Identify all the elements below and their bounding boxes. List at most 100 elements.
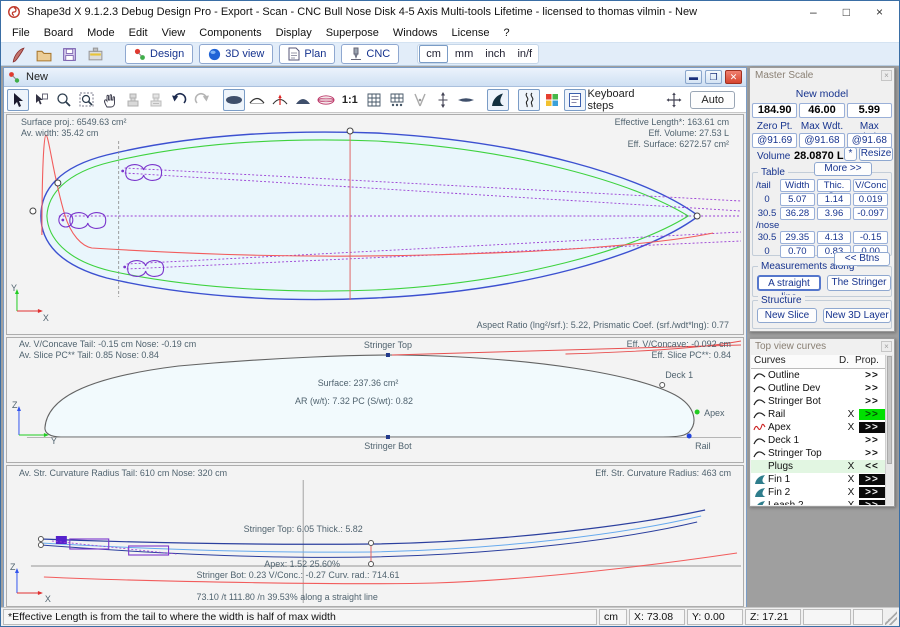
curve-row-fin1[interactable]: Fin 1 X >>	[751, 473, 885, 486]
control-point-1[interactable]	[55, 180, 61, 186]
board-profile-icon[interactable]	[455, 89, 477, 111]
select-cursor-icon[interactable]	[7, 89, 29, 111]
unit-mm[interactable]: mm	[449, 48, 479, 60]
curve-prop-button[interactable]: >>	[859, 474, 885, 485]
design-mode-button[interactable]: Design	[125, 44, 193, 64]
curvature-tool-icon[interactable]	[518, 89, 540, 111]
zoom-region-icon[interactable]	[76, 89, 98, 111]
cnc-button[interactable]: CNC	[341, 44, 399, 64]
menu-item-view[interactable]: View	[155, 25, 193, 41]
cell-width[interactable]: 0.70	[780, 245, 815, 258]
curve-display-flag[interactable]: X	[843, 487, 859, 498]
more-button[interactable]: More >>	[814, 162, 872, 176]
unit-cm[interactable]: cm	[419, 45, 448, 63]
curve-row-leash2[interactable]: Leash 2 X >>	[751, 499, 885, 505]
curve-display-flag[interactable]: X	[843, 461, 859, 472]
cell-width[interactable]: 29.35	[780, 231, 815, 244]
apex-view-icon[interactable]	[269, 89, 291, 111]
save-icon[interactable]	[59, 44, 79, 64]
scale-1-1-button[interactable]: 1:1	[338, 94, 362, 106]
close-button[interactable]: ×	[876, 5, 883, 19]
col-width-header[interactable]: Width	[780, 179, 815, 192]
doc-minimize-button[interactable]: ▬	[685, 70, 702, 84]
new-document-icon[interactable]	[7, 44, 27, 64]
cell-thic[interactable]: 3.96	[817, 207, 852, 220]
master-scale-close-icon[interactable]: ×	[881, 70, 892, 81]
max-thck-value[interactable]: @91.68	[847, 133, 892, 148]
rail-marker[interactable]	[687, 434, 692, 439]
the-stringer-button[interactable]: The Stringer	[827, 275, 891, 291]
straight-line-button[interactable]: A straight line	[757, 275, 821, 291]
zoom-icon[interactable]	[53, 89, 75, 111]
export-machine-icon[interactable]	[85, 44, 105, 64]
prop-column-header[interactable]: Prop.	[855, 355, 885, 368]
tail-control-2[interactable]	[38, 543, 43, 548]
curve-row-apex[interactable]: Apex X >>	[751, 421, 885, 434]
curve-prop-button[interactable]: >>	[859, 396, 885, 407]
menu-item-mode[interactable]: Mode	[80, 25, 122, 41]
stamp-copy-icon[interactable]	[122, 89, 144, 111]
curve-display-flag[interactable]: X	[843, 474, 859, 485]
open-folder-icon[interactable]	[33, 44, 53, 64]
control-point-nose[interactable]	[694, 213, 700, 219]
curves-column-header[interactable]: Curves	[751, 355, 839, 368]
grid-handles-icon[interactable]	[386, 89, 408, 111]
undo-icon[interactable]	[168, 89, 190, 111]
curves-scrollbar[interactable]	[885, 355, 893, 505]
curve-row-fin2[interactable]: Fin 2 X >>	[751, 486, 885, 499]
curve-prop-button[interactable]: >>	[859, 448, 885, 459]
thickness-value[interactable]: 5.99	[847, 103, 892, 118]
curve-prop-button[interactable]: >>	[859, 435, 885, 446]
width-value[interactable]: 46.00	[799, 103, 844, 118]
curve-prop-button[interactable]: >>	[859, 409, 885, 420]
profile-view-panel[interactable]: ZX Av. Str. Curvature Radius Tail: 610 c…	[6, 465, 744, 607]
curve-row-plugs[interactable]: Plugs X <<	[751, 460, 885, 473]
curve-prop-button[interactable]: >>	[859, 500, 885, 505]
curve-prop-button[interactable]: >>	[859, 422, 885, 433]
curve-prop-button[interactable]: >>	[859, 487, 885, 498]
wireframe-view-icon[interactable]	[315, 89, 337, 111]
new-3d-layer-button[interactable]: New 3D Layer	[823, 308, 891, 323]
fin-tool-icon[interactable]	[487, 89, 509, 111]
menu-item-edit[interactable]: Edit	[122, 25, 155, 41]
properties-panel-icon[interactable]	[564, 89, 586, 111]
outline-view-icon[interactable]	[223, 89, 245, 111]
curve-display-flag[interactable]: X	[843, 422, 859, 433]
slice-view-canvas[interactable]: ZY Av. V/Concave Tail: -0.15 cm Nose: -0…	[7, 338, 743, 462]
stringer-bot-marker[interactable]	[386, 435, 390, 439]
apex-marker[interactable]	[695, 410, 700, 415]
stringer-top-marker[interactable]	[386, 353, 390, 357]
3d-view-button[interactable]: 3D view	[199, 44, 273, 64]
slice-view-panel[interactable]: ZY Av. V/Concave Tail: -0.15 cm Nose: -0…	[6, 337, 744, 463]
menu-item-superpose[interactable]: Superpose	[319, 25, 386, 41]
menu-item-license[interactable]: License	[445, 25, 497, 41]
volume-star-button[interactable]: *	[844, 147, 857, 161]
curve-row-stringer-bot[interactable]: Stringer Bot >>	[751, 395, 885, 408]
menu-item-components[interactable]: Components	[192, 25, 268, 41]
curve-row-outline[interactable]: Outline >>	[751, 369, 885, 382]
maximize-button[interactable]: □	[843, 5, 850, 19]
zero-pt-value[interactable]: @91.69	[752, 133, 797, 148]
document-titlebar[interactable]: New ▬ ❐ ✕	[4, 68, 746, 87]
resize-grip[interactable]	[885, 609, 897, 625]
tail-control-1[interactable]	[38, 537, 43, 542]
control-point-center[interactable]	[347, 128, 353, 134]
menu-item-windows[interactable]: Windows	[386, 25, 445, 41]
plan-button[interactable]: Plan	[279, 44, 335, 64]
cell-thic[interactable]: 1.14	[817, 193, 852, 206]
scrollbar-thumb[interactable]	[887, 356, 892, 464]
redo-icon[interactable]	[191, 89, 213, 111]
minimize-button[interactable]: –	[810, 5, 817, 19]
curve-row-rail[interactable]: Rail X >>	[751, 408, 885, 421]
profile-view-canvas[interactable]: ZX Av. Str. Curvature Radius Tail: 610 c…	[7, 466, 743, 606]
curve-display-flag[interactable]: X	[843, 500, 859, 505]
curve-prop-button[interactable]: >>	[859, 383, 885, 394]
stamp-paste-icon[interactable]	[145, 89, 167, 111]
cell-width[interactable]: 5.07	[780, 193, 815, 206]
top-view-canvas[interactable]: YX Surface proj.: 6549.63 cm² Av. width:…	[7, 115, 743, 334]
grid-icon[interactable]	[363, 89, 385, 111]
pan-hand-icon[interactable]	[99, 89, 121, 111]
col-vconc-header[interactable]: V/Conc	[853, 179, 888, 192]
new-slice-button[interactable]: New Slice	[757, 308, 817, 323]
doc-close-button[interactable]: ✕	[725, 70, 742, 84]
